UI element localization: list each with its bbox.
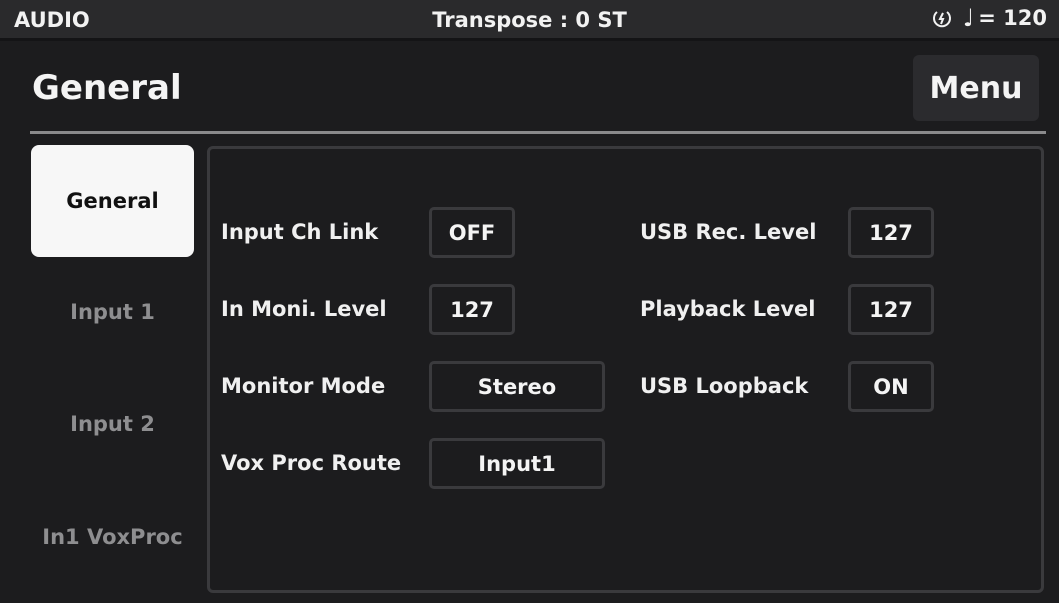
playback-level-value[interactable]: 127 — [848, 284, 934, 335]
menu-button[interactable]: Menu — [913, 55, 1039, 121]
tab-input-2[interactable]: Input 2 — [31, 368, 194, 480]
monitor-mode-label: Monitor Mode — [221, 374, 386, 398]
vox-proc-route-value[interactable]: Input1 — [429, 438, 605, 489]
header-divider — [30, 131, 1046, 134]
usb-loopback-value[interactable]: ON — [848, 361, 934, 412]
transpose-indicator: Transpose : 0 ST — [432, 8, 627, 32]
usb-loopback-label: USB Loopback — [640, 374, 809, 398]
playback-level-label: Playback Level — [640, 297, 816, 321]
tab-input-1[interactable]: Input 1 — [31, 256, 194, 368]
input-ch-link-value[interactable]: OFF — [429, 207, 515, 258]
power-icon — [931, 7, 953, 29]
in-moni-level-value[interactable]: 127 — [429, 284, 515, 335]
monitor-mode-value[interactable]: Stereo — [429, 361, 605, 412]
usb-rec-level-label: USB Rec. Level — [640, 220, 817, 244]
in-moni-level-label: In Moni. Level — [221, 297, 387, 321]
tab-in1-voxproc[interactable]: In1 VoxProc — [31, 481, 194, 593]
tab-general[interactable]: General — [31, 145, 194, 257]
status-right-group: ♩ = 120 — [931, 6, 1047, 30]
audio-general-screen: AUDIO Transpose : 0 ST ♩ = 120 General M… — [0, 0, 1059, 603]
tempo-value: = 120 — [978, 6, 1047, 30]
page-title: General — [32, 68, 182, 108]
status-bar: AUDIO Transpose : 0 ST ♩ = 120 — [0, 0, 1059, 41]
usb-rec-level-value[interactable]: 127 — [848, 207, 934, 258]
quarter-note-icon: ♩ — [962, 4, 975, 32]
input-ch-link-label: Input Ch Link — [221, 220, 379, 244]
tempo-indicator: ♩ = 120 — [963, 6, 1047, 30]
vox-proc-route-label: Vox Proc Route — [221, 451, 402, 475]
